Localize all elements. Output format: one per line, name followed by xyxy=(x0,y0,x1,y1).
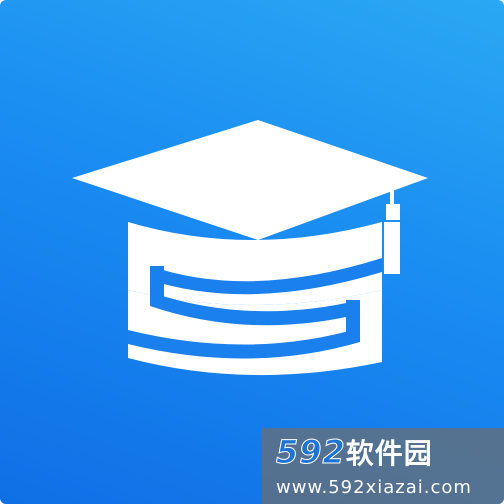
watermark-url: www.592xiazai.com xyxy=(276,477,472,498)
s-book-body xyxy=(128,222,382,376)
tassel-icon xyxy=(384,188,400,274)
mortarboard-top xyxy=(72,120,428,240)
watermark-brand-text: 软件园 xyxy=(345,437,433,470)
app-icon[interactable]: 592软件园 www.592xiazai.com xyxy=(0,0,504,504)
icon-canvas: 592软件园 www.592xiazai.com xyxy=(0,0,504,504)
watermark-brand-number: 592 xyxy=(276,433,346,471)
watermark-overlay: 592软件园 www.592xiazai.com xyxy=(262,428,504,504)
watermark-title: 592软件园 xyxy=(276,436,494,472)
